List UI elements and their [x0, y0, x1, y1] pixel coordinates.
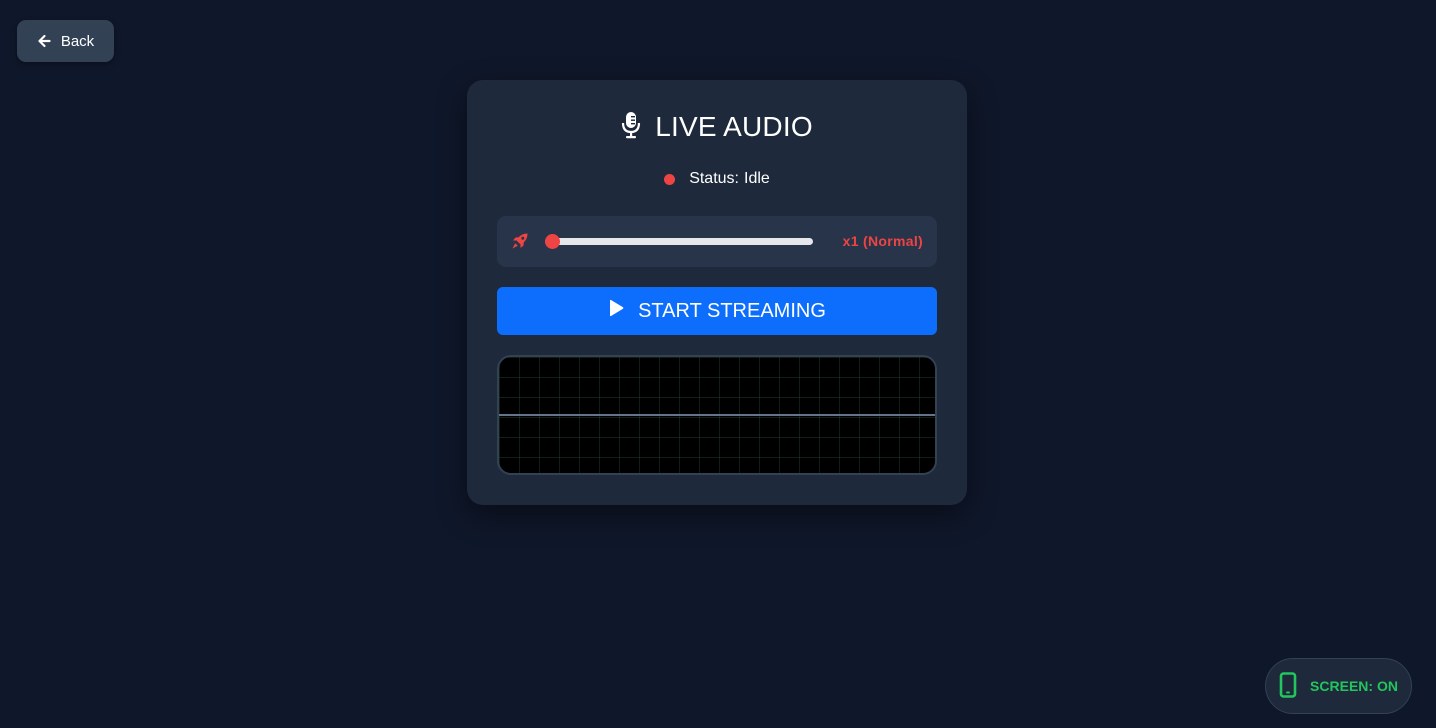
page-title: LIVE AUDIO [655, 111, 813, 142]
start-streaming-button[interactable]: START STREAMING [497, 287, 937, 335]
card-header: LIVE AUDIO [467, 110, 967, 144]
status-text: Status: Idle [689, 170, 770, 188]
arrow-left-icon [37, 34, 51, 48]
microphone-icon [621, 111, 641, 144]
back-button[interactable]: Back [17, 20, 114, 62]
live-audio-card: LIVE AUDIO Status: Idle x1 (Normal) STAR… [467, 80, 967, 505]
speed-slider-thumb[interactable] [545, 234, 560, 249]
screen-wake-toggle[interactable]: SCREEN: ON [1265, 658, 1412, 714]
speed-control: x1 (Normal) [497, 216, 937, 267]
play-icon [608, 299, 624, 323]
rocket-icon [511, 232, 529, 255]
status-indicator: Status: Idle [467, 168, 967, 190]
start-streaming-label: START STREAMING [638, 299, 826, 322]
status-dot [664, 173, 676, 185]
back-button-label: Back [60, 32, 95, 50]
status-value: Idle [744, 170, 770, 187]
speed-value-label: x1 (Normal) [842, 233, 923, 249]
screen-wake-label: SCREEN: ON [1310, 678, 1398, 694]
mobile-phone-icon [1279, 671, 1297, 701]
waveform-line [499, 414, 935, 416]
status-label: Status: [689, 170, 739, 187]
speed-slider[interactable] [545, 234, 813, 249]
audio-visualizer [497, 355, 937, 475]
